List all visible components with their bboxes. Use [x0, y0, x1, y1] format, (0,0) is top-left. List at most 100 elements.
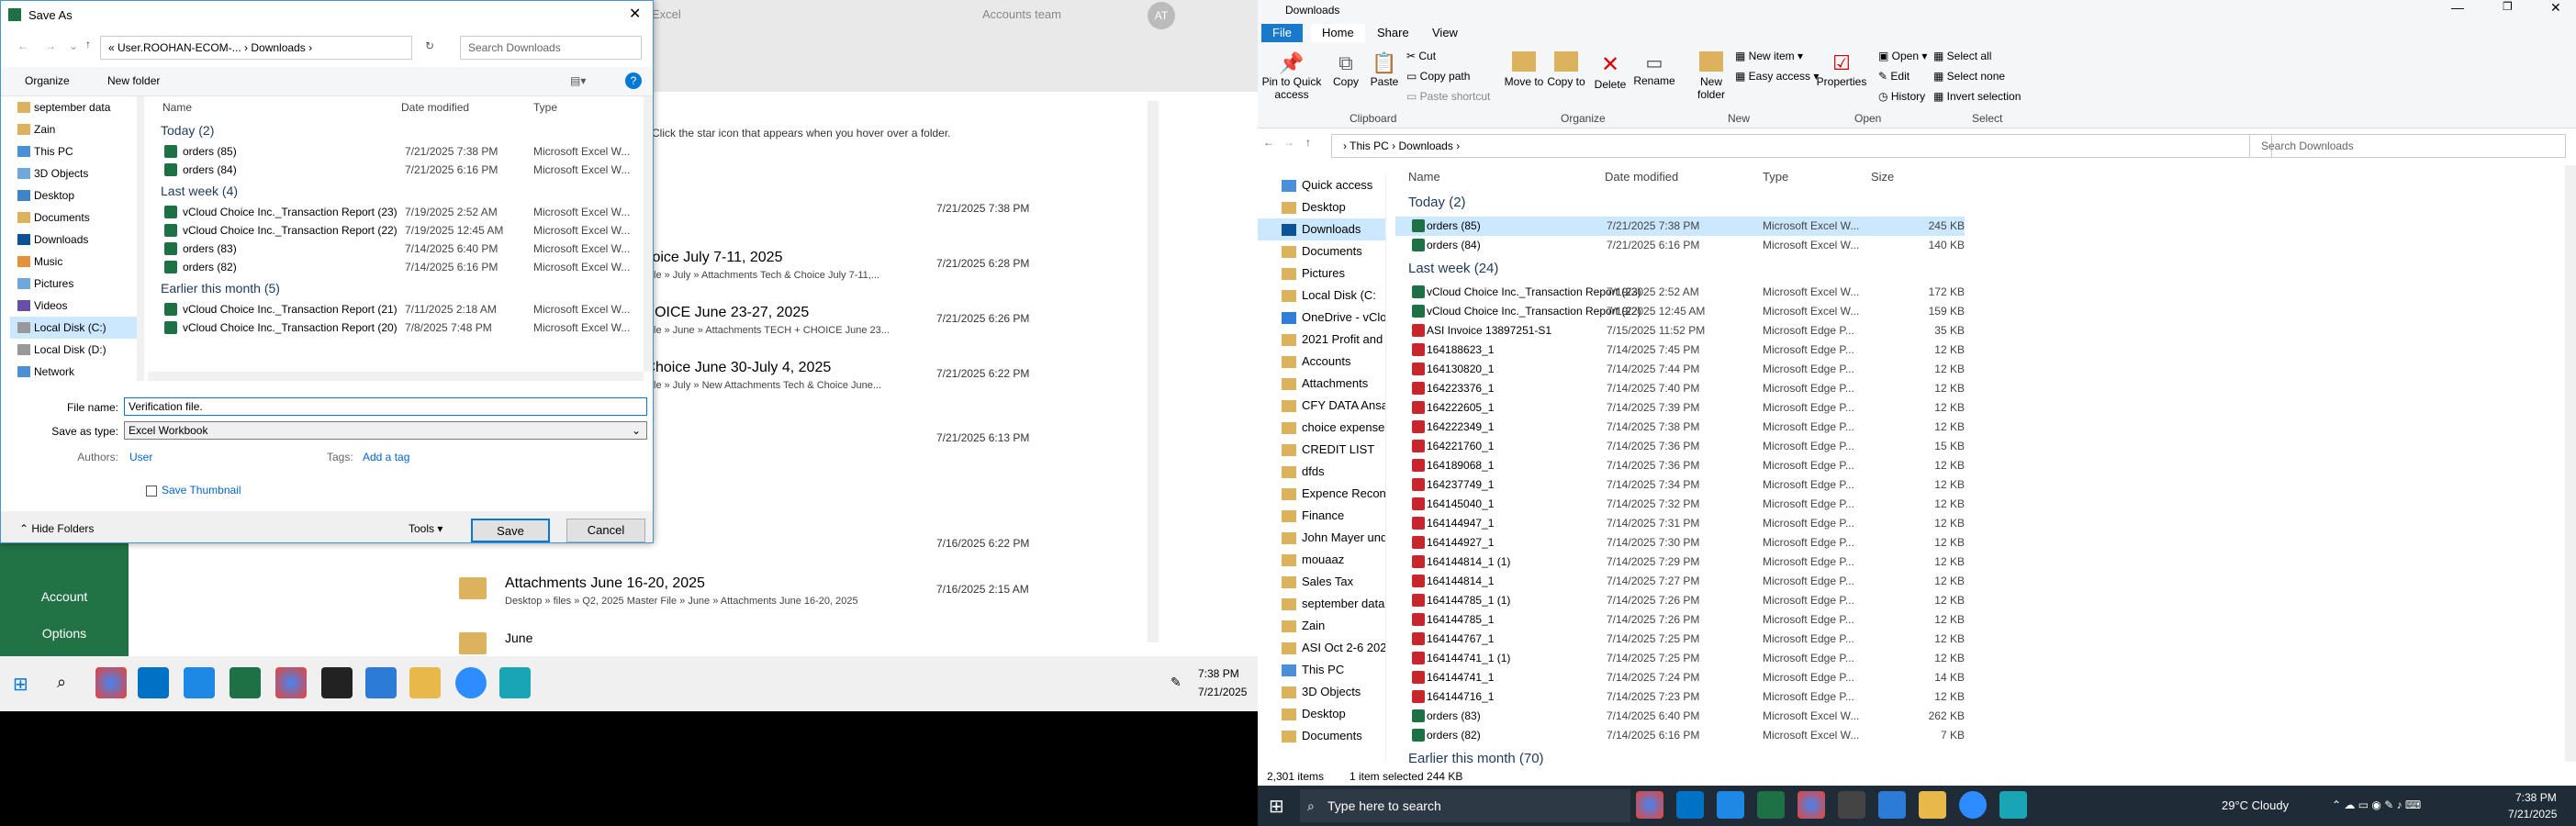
- rename-button[interactable]: ▭ Rename: [1632, 51, 1676, 87]
- outlook-icon[interactable]: [1676, 791, 1704, 819]
- paste-shortcut-button[interactable]: ▭ Paste shortcut: [1406, 90, 1490, 103]
- new-folder-button[interactable]: New folder: [1689, 51, 1733, 101]
- properties-button[interactable]: ☑ Properties: [1812, 51, 1871, 88]
- list-item[interactable]: orders (85) 7/21/2025 7:38 PM Microsoft Ex…: [148, 142, 644, 161]
- list-item[interactable]: 164130820_1 7/14/2025 7:44 PM Microsoft Ed…: [1395, 360, 1965, 379]
- list-item[interactable]: 164144785_1 7/14/2025 7:26 PM Microsoft Ed…: [1395, 610, 1965, 630]
- app-icon[interactable]: [1838, 791, 1865, 819]
- list-item[interactable]: 164144741_1 (1) 7/14/2025 7:25 PM Microsof…: [1395, 649, 1965, 668]
- tree-scrollbar[interactable]: [137, 96, 144, 381]
- tree-item-selected[interactable]: Local Disk (C:): [10, 317, 137, 339]
- organize-button[interactable]: Organize: [25, 74, 70, 87]
- tree-item[interactable]: Videos: [10, 295, 137, 317]
- cancel-button[interactable]: Cancel: [566, 519, 645, 542]
- calculator-icon[interactable]: [1878, 791, 1906, 819]
- copy-button[interactable]: ⧉ Copy: [1327, 51, 1364, 88]
- search-input[interactable]: Search Downloads: [460, 36, 642, 60]
- back-icon[interactable]: ←: [1263, 136, 1274, 149]
- file-name-input[interactable]: Verification file.: [124, 397, 647, 416]
- nav-item[interactable]: 2021 Profit and l: [1258, 329, 1385, 351]
- nav-item[interactable]: Quick access: [1258, 174, 1385, 196]
- list-item[interactable]: 164144785_1 (1) 7/14/2025 7:26 PM Microsof…: [1395, 591, 1965, 610]
- tree-item[interactable]: 3D Objects: [10, 162, 137, 184]
- address-bar[interactable]: « User.ROOHAN-ECOM-... › Downloads ›: [100, 36, 412, 60]
- start-icon[interactable]: ⊞: [13, 673, 28, 696]
- nav-item[interactable]: CREDIT LIST: [1258, 439, 1385, 461]
- nav-item[interactable]: september data: [1258, 593, 1385, 615]
- tools-button[interactable]: Tools ▾: [409, 522, 442, 535]
- recent-locations-icon[interactable]: ⌄: [69, 39, 78, 52]
- nav-item[interactable]: Attachments: [1258, 373, 1385, 395]
- nav-item[interactable]: Downloads: [1258, 218, 1385, 240]
- avatar[interactable]: AT: [1148, 2, 1175, 29]
- clock-time[interactable]: 7:38 PM: [2515, 791, 2557, 804]
- nav-item[interactable]: Documents: [1258, 240, 1385, 262]
- nav-item[interactable]: dfds: [1258, 461, 1385, 483]
- excel-icon[interactable]: [1757, 791, 1785, 819]
- up-icon[interactable]: ↑: [85, 38, 91, 50]
- nav-item[interactable]: Desktop: [1258, 703, 1385, 725]
- paste-button[interactable]: 📋 Paste: [1366, 51, 1403, 88]
- account-menu-item[interactable]: Account: [0, 589, 129, 604]
- close-icon[interactable]: ✕: [2550, 0, 2561, 16]
- list-item[interactable]: vCloud Choice Inc._Transaction Report (2…: [148, 203, 644, 221]
- tree-item[interactable]: Music: [10, 251, 137, 273]
- list-item[interactable]: orders (85) 7/21/2025 7:38 PM Microsoft Ex…: [1395, 217, 1965, 236]
- group-header[interactable]: Last week (4): [148, 179, 644, 203]
- easy-access-button[interactable]: ▦ Easy access ▾: [1735, 70, 1819, 83]
- tree-item[interactable]: Network: [10, 361, 137, 381]
- list-item[interactable]: 164144947_1 7/14/2025 7:31 PM Microsoft Ed…: [1395, 514, 1965, 533]
- list-item[interactable]: orders (84) 7/21/2025 6:16 PM Microsoft Ex…: [148, 161, 644, 179]
- edge-icon[interactable]: [1717, 791, 1744, 819]
- pen-icon[interactable]: ✎: [1170, 675, 1182, 690]
- taskbar-search[interactable]: ⌕ Type here to search: [1300, 789, 1630, 822]
- list-item[interactable]: vCloud Choice Inc._Transaction Report (2…: [148, 300, 644, 318]
- weather[interactable]: 29°C Cloudy: [2222, 798, 2289, 812]
- scrollbar[interactable]: [1148, 101, 1159, 642]
- nav-item[interactable]: CFY DATA Ansar: [1258, 395, 1385, 417]
- chrome-icon[interactable]: [1798, 791, 1825, 819]
- list-item[interactable]: 164222349_1 7/14/2025 7:38 PM Microsoft Ed…: [1395, 418, 1965, 437]
- list-item[interactable]: orders (84) 7/21/2025 6:16 PM Microsoft Ex…: [1395, 236, 1965, 255]
- tree-item[interactable]: Local Disk (D:): [10, 339, 137, 361]
- list-item[interactable]: vCloud Choice Inc._Transaction Report (2…: [1395, 283, 1965, 302]
- nav-item[interactable]: ASI Oct 2-6 2023: [1258, 637, 1385, 659]
- nav-item[interactable]: Documents: [1258, 725, 1385, 747]
- zoom-icon[interactable]: [1959, 791, 1987, 819]
- list-item[interactable]: 164222605_1 7/14/2025 7:39 PM Microsoft Ed…: [1395, 398, 1965, 418]
- list-item[interactable]: 164188623_1 7/14/2025 7:45 PM Microsoft Ed…: [1395, 340, 1965, 360]
- nav-item[interactable]: mouaaz: [1258, 549, 1385, 571]
- chrome-icon[interactable]: [1636, 791, 1663, 819]
- tree-item[interactable]: Downloads: [10, 229, 137, 251]
- file-explorer-icon[interactable]: [409, 667, 441, 698]
- list-item[interactable]: vCloud Choice Inc._Transaction Report (2…: [148, 221, 644, 240]
- nav-item[interactable]: Sales Tax: [1258, 571, 1385, 593]
- list-item[interactable]: 164221760_1 7/14/2025 7:36 PM Microsoft Ed…: [1395, 437, 1965, 456]
- address-bar[interactable]: › This PC › Downloads ›: [1331, 134, 2272, 158]
- save-button[interactable]: Save: [471, 519, 550, 542]
- forward-icon[interactable]: →: [45, 39, 56, 52]
- authors-value[interactable]: User: [129, 451, 152, 463]
- group-header[interactable]: Last week (24): [1395, 255, 2561, 283]
- list-scrollbar[interactable]: [644, 96, 653, 372]
- list-item[interactable]: 164144814_1 (1) 7/14/2025 7:29 PM Microsof…: [1395, 553, 1965, 572]
- save-thumbnail-checkbox[interactable]: [146, 486, 157, 497]
- list-item[interactable]: 164145040_1 7/14/2025 7:32 PM Microsoft Ed…: [1395, 495, 1965, 514]
- system-tray-icons[interactable]: ⌃ ☁ ▭ ◉ ✎ ♪ ⌨: [2332, 798, 2421, 811]
- list-item[interactable]: orders (83) 7/14/2025 6:40 PM Microsoft Ex…: [148, 240, 644, 258]
- new-item-button[interactable]: ▦ New item ▾: [1735, 50, 1803, 62]
- list-item[interactable]: 164144741_1 7/14/2025 7:24 PM Microsoft Ed…: [1395, 668, 1965, 687]
- nav-item[interactable]: This PC: [1258, 659, 1385, 681]
- new-folder-button[interactable]: New folder: [107, 74, 160, 87]
- app-icon[interactable]: [321, 667, 353, 698]
- app-icon[interactable]: [1999, 791, 2027, 819]
- select-none-button[interactable]: ▦ Select none: [1933, 70, 2005, 83]
- list-item[interactable]: vCloud Choice Inc._Transaction Report (2…: [1395, 302, 1965, 321]
- tree-item[interactable]: Pictures: [10, 273, 137, 295]
- col-name[interactable]: Name: [1408, 165, 1440, 189]
- col-size[interactable]: Size: [1871, 165, 1894, 189]
- refresh-icon[interactable]: ↻: [425, 39, 434, 52]
- move-to-button[interactable]: Move to: [1504, 51, 1544, 88]
- maximize-icon[interactable]: ❐: [2503, 0, 2513, 13]
- group-header[interactable]: Today (2): [1395, 189, 2561, 217]
